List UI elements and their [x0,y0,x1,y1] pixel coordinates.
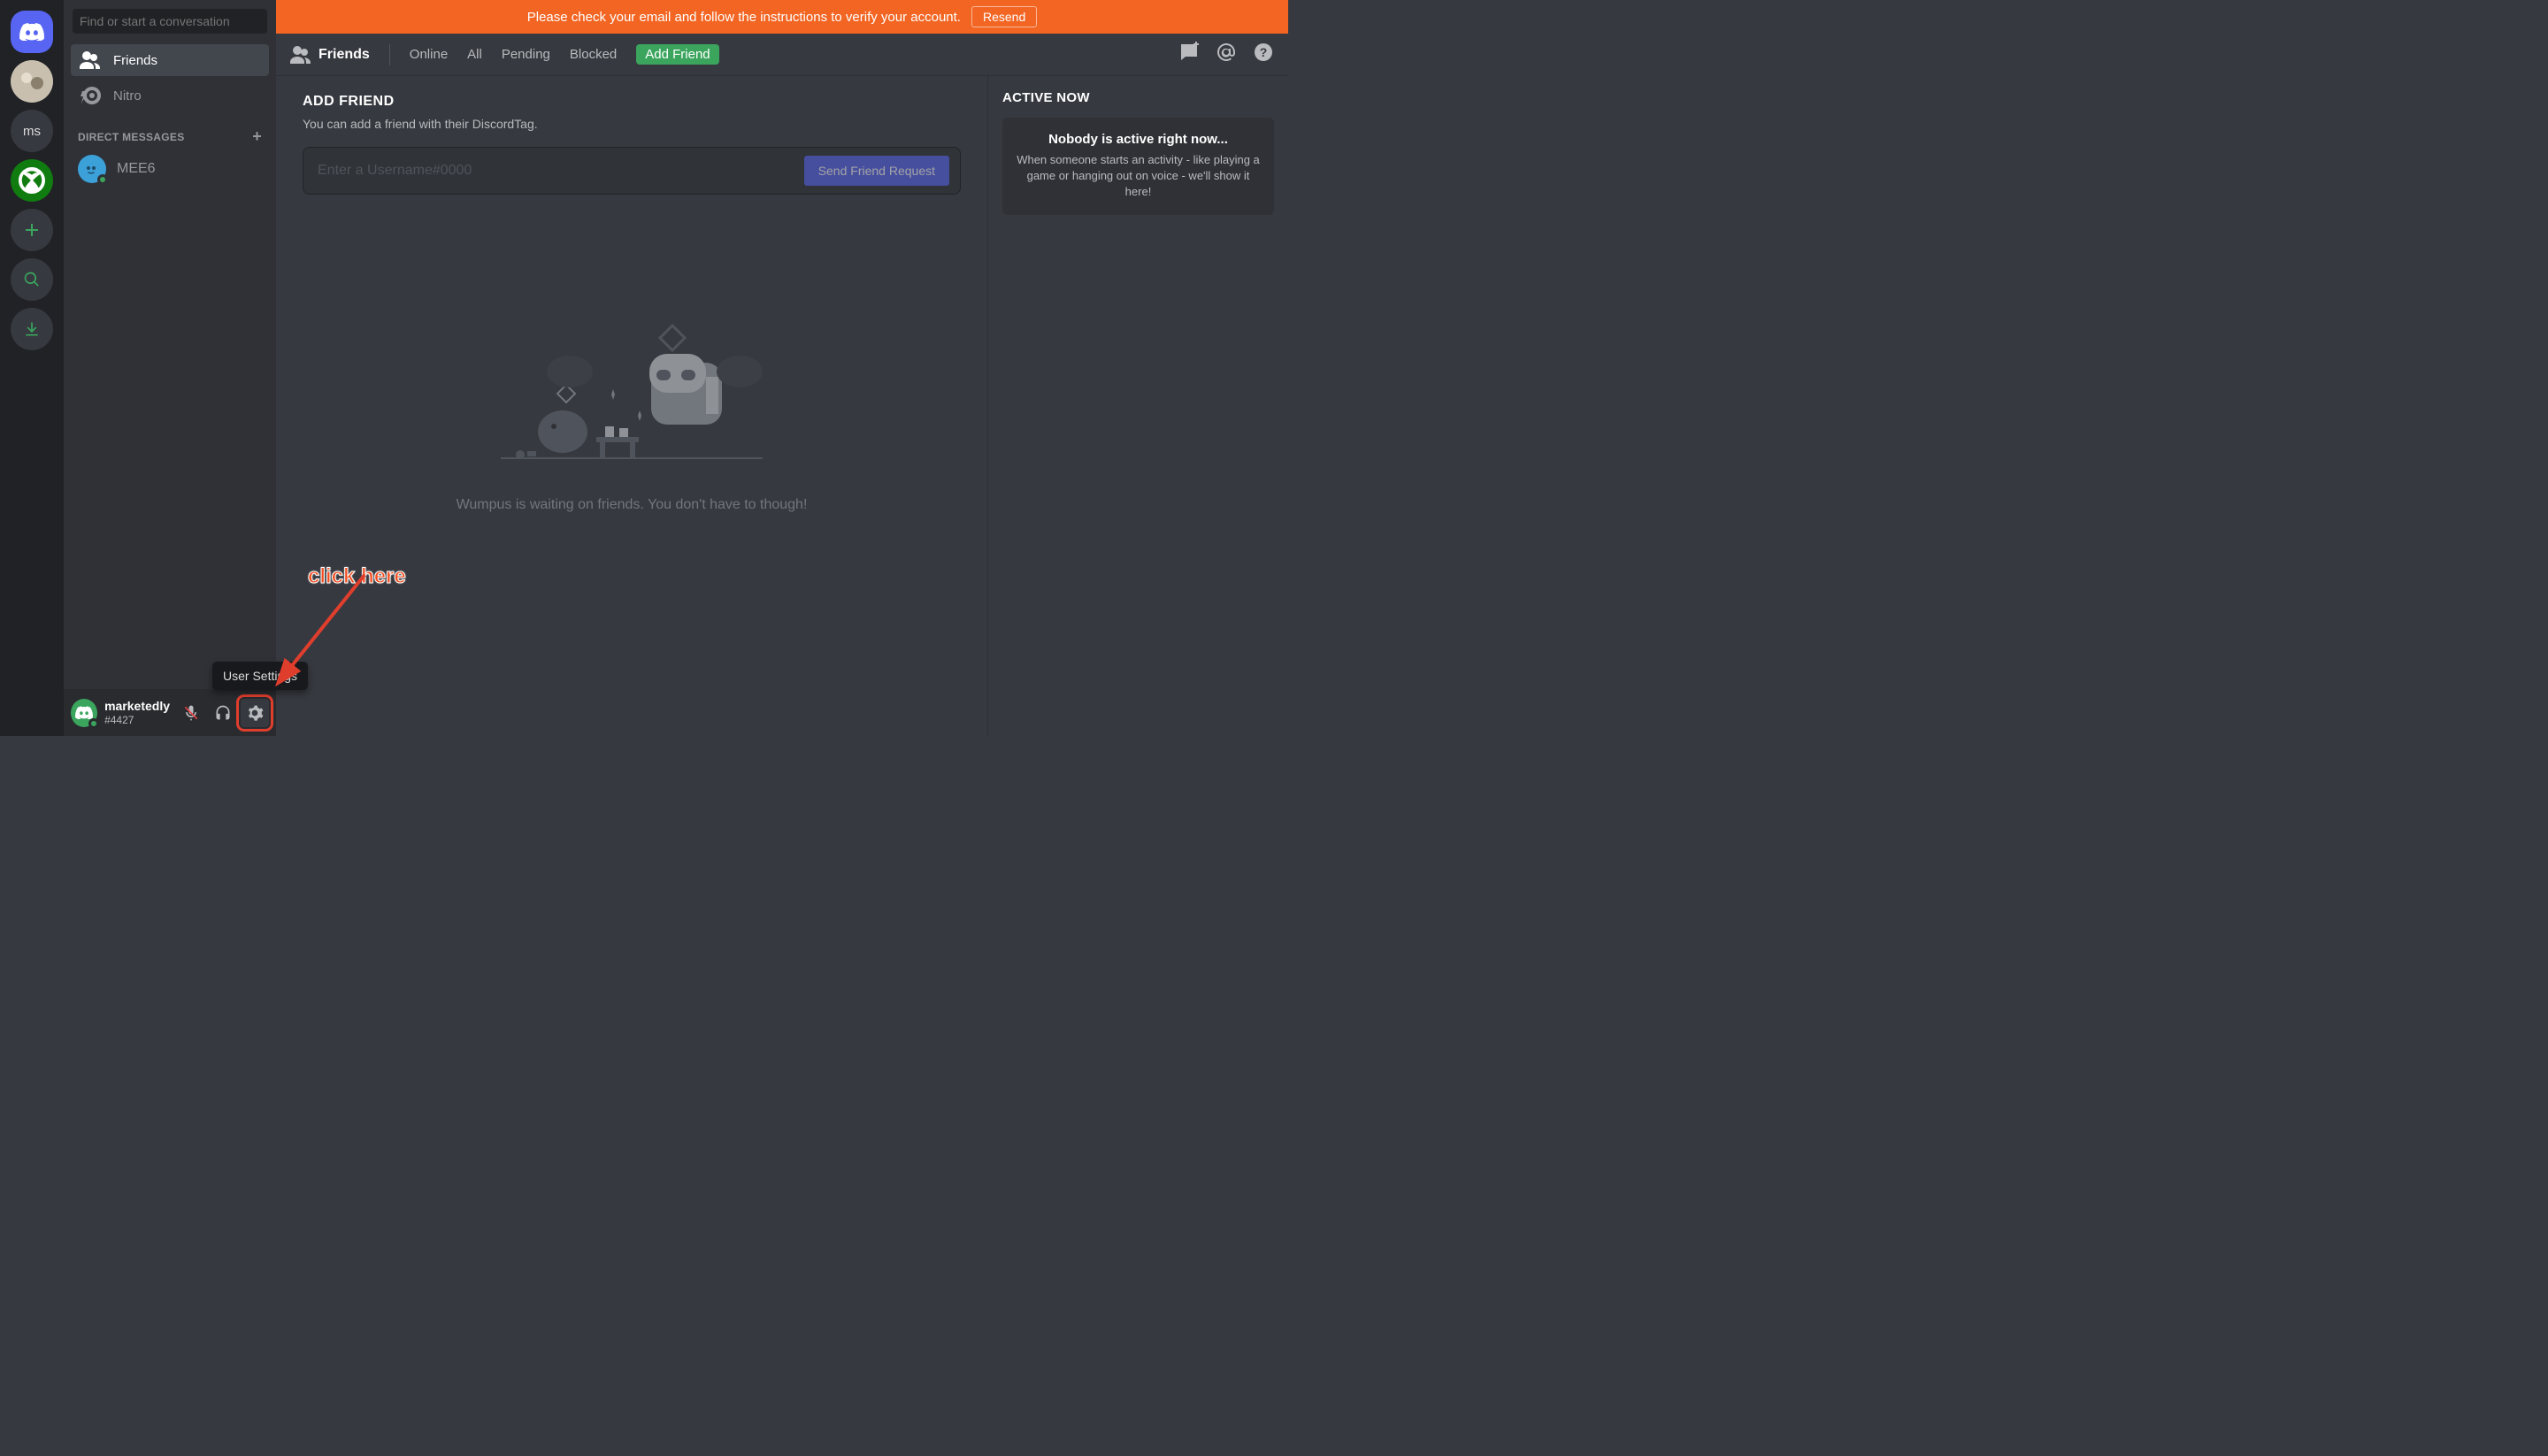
verify-email-banner: Please check your email and follow the i… [276,0,1288,34]
annotation-label: click here [308,564,406,589]
dm-avatar [78,155,106,183]
nav-nitro[interactable]: Nitro [71,80,269,111]
tab-online[interactable]: Online [410,47,448,62]
avatar-placeholder-icon [11,60,53,103]
tab-add-friend[interactable]: Add Friend [636,44,718,65]
self-info[interactable]: marketedly #4427 [104,699,170,726]
gear-icon [246,704,264,722]
compass-icon [23,271,41,288]
divider [389,44,390,65]
add-friend-heading: ADD FRIEND [303,94,961,110]
tab-blocked[interactable]: Blocked [570,47,617,62]
explore-servers-button[interactable] [11,258,53,301]
server-avatar[interactable] [11,60,53,103]
self-avatar[interactable] [71,699,97,727]
server-initials[interactable]: ms [11,110,53,152]
friend-input-row: Send Friend Request [303,147,961,195]
svg-text:?: ? [1260,45,1268,59]
headphones-icon [214,704,232,722]
content-main: ADD FRIEND You can add a friend with the… [276,76,987,736]
nav-nitro-label: Nitro [113,88,142,103]
help-icon: ? [1253,42,1274,63]
message-plus-icon [1178,42,1200,63]
download-icon [23,320,41,338]
server-rail: ms [0,0,64,736]
empty-state-text: Wumpus is waiting on friends. You don't … [457,497,808,513]
help-button[interactable]: ? [1253,42,1274,67]
nav-friends[interactable]: Friends [71,44,269,76]
dm-item[interactable]: MEE6 [71,151,269,187]
nav-friends-label: Friends [113,53,157,68]
send-friend-request-button[interactable]: Send Friend Request [804,156,949,186]
nitro-icon [80,87,101,104]
status-dot-online [97,174,108,185]
topbar-title-label: Friends [318,47,370,63]
tab-all[interactable]: All [467,47,482,62]
conversation-search-input[interactable] [80,14,260,28]
dm-header: DIRECT MESSAGES + [64,113,276,149]
download-apps-button[interactable] [11,308,53,350]
self-username: marketedly [104,699,170,714]
discord-logo-icon [19,23,44,41]
add-friend-subtext: You can add a friend with their DiscordT… [303,117,961,131]
discord-clyde-icon [75,706,93,719]
add-server-button[interactable] [11,209,53,251]
activity-card-title: Nobody is active right now... [1017,132,1260,147]
friend-tag-input[interactable] [318,163,804,179]
dm-item-name: MEE6 [117,161,156,177]
wumpus-illustration [465,318,798,462]
empty-state: Wumpus is waiting on friends. You don't … [303,318,961,513]
topbar-title: Friends [290,46,370,64]
friends-icon [290,46,311,64]
banner-text: Please check your email and follow the i… [527,10,961,25]
new-group-dm-button[interactable] [1178,42,1200,67]
mic-muted-icon [182,704,200,722]
main-area: Please check your email and follow the i… [276,0,1288,736]
server-initials-label: ms [23,124,41,139]
mute-mic-button[interactable] [177,699,205,727]
activity-empty-card: Nobody is active right now... When someo… [1002,118,1274,215]
xbox-icon [19,167,45,194]
server-xbox[interactable] [11,159,53,202]
active-now-heading: Active Now [1002,90,1274,105]
self-status-dot [88,718,99,729]
friends-icon [80,51,101,69]
deafen-button[interactable] [209,699,237,727]
self-tag: #4427 [104,714,170,726]
dm-panel: Friends Nitro DIRECT MESSAGES + MEE6 mar… [64,0,276,736]
resend-button[interactable]: Resend [971,6,1037,27]
user-panel: marketedly #4427 [64,689,276,736]
user-settings-button[interactable] [241,699,269,727]
at-icon [1216,42,1237,63]
user-settings-tooltip: User Settings [212,662,308,690]
conversation-search[interactable] [73,9,267,34]
active-now-sidebar: Active Now Nobody is active right now...… [987,76,1288,736]
topbar: Friends Online All Pending Blocked Add F… [276,34,1288,76]
home-button[interactable] [11,11,53,53]
activity-card-body: When someone starts an activity - like p… [1017,152,1260,201]
create-dm-button[interactable]: + [252,127,262,146]
plus-icon [23,221,41,239]
inbox-button[interactable] [1216,42,1237,67]
tab-pending[interactable]: Pending [502,47,550,62]
dm-header-label: DIRECT MESSAGES [78,131,185,143]
